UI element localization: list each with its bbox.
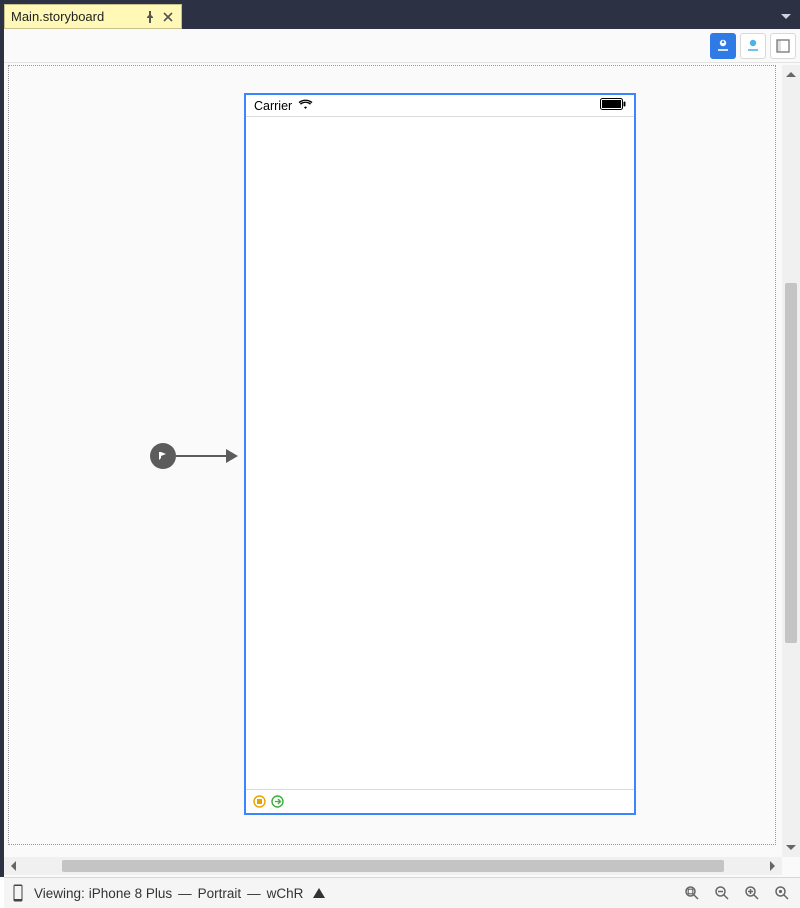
tab-overflow-menu[interactable]	[778, 4, 794, 29]
carrier-label: Carrier	[254, 99, 292, 113]
document-tab-title: Main.storyboard	[11, 9, 104, 24]
separator: —	[172, 886, 198, 901]
scroll-down-arrow-icon[interactable]	[782, 839, 800, 857]
pin-tab-icon[interactable]	[143, 10, 157, 24]
vertical-scrollbar[interactable]	[782, 65, 800, 857]
horizontal-scroll-thumb[interactable]	[62, 860, 724, 872]
scroll-right-arrow-icon[interactable]	[764, 857, 782, 875]
simulated-status-bar: Carrier	[246, 95, 634, 117]
vertical-scroll-track[interactable]	[782, 83, 800, 839]
constraints-mode-button[interactable]	[710, 33, 736, 59]
document-outline-toggle[interactable]	[770, 33, 796, 59]
zoom-in-button[interactable]	[742, 883, 762, 903]
initial-view-controller-handle[interactable]	[150, 443, 176, 469]
horizontal-scrollbar[interactable]	[4, 857, 782, 875]
entry-arrow-head-icon	[226, 449, 238, 463]
scroll-up-arrow-icon[interactable]	[782, 65, 800, 83]
size-class-label[interactable]: wChR	[267, 886, 304, 901]
trait-disclosure-icon[interactable]	[313, 886, 325, 901]
first-responder-icon[interactable]	[270, 795, 284, 809]
device-icon	[12, 883, 24, 903]
separator: —	[241, 886, 267, 901]
tab-bar	[182, 4, 800, 29]
view-controller-icon[interactable]	[252, 795, 266, 809]
battery-icon	[600, 98, 626, 113]
zoom-out-button[interactable]	[712, 883, 732, 903]
scene-dock	[246, 789, 634, 813]
editor-toolbar	[4, 29, 800, 63]
close-tab-icon[interactable]	[161, 10, 175, 24]
design-surface[interactable]: Carrier	[4, 63, 800, 877]
view-controller-scene[interactable]: Carrier	[244, 93, 636, 815]
wifi-icon	[298, 98, 313, 113]
device-name[interactable]: iPhone 8 Plus	[89, 886, 172, 901]
scroll-left-arrow-icon[interactable]	[4, 857, 22, 875]
zoom-actual-button[interactable]	[772, 883, 792, 903]
entry-arrow-line	[176, 455, 226, 457]
document-tab[interactable]: Main.storyboard	[4, 4, 182, 29]
trait-bar: Viewing: iPhone 8 Plus — Portrait — wChR	[4, 877, 800, 908]
horizontal-scroll-track[interactable]	[22, 857, 764, 875]
vertical-scroll-thumb[interactable]	[785, 283, 797, 643]
autoresizing-mode-button[interactable]	[740, 33, 766, 59]
orientation-label[interactable]: Portrait	[198, 886, 242, 901]
viewing-prefix: Viewing:	[34, 886, 85, 901]
zoom-to-fit-button[interactable]	[682, 883, 702, 903]
